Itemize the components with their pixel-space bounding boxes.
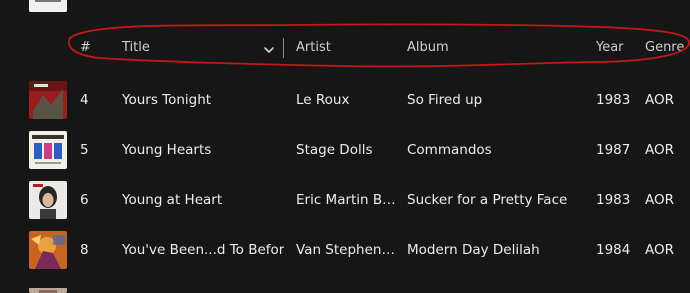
table-row[interactable]: 5 Young Hearts Stage Dolls Commandos 198… (0, 125, 690, 175)
column-header-title[interactable]: Title (122, 40, 150, 55)
column-header-album[interactable]: Album (407, 40, 449, 55)
track-artist: Stage Dolls (296, 142, 373, 158)
column-resize-handle[interactable] (283, 38, 284, 58)
chevron-down-icon[interactable] (263, 41, 275, 53)
track-year: 1983 (596, 92, 631, 108)
table-header: # Title Artist Album Year Genre (0, 30, 690, 68)
track-artist: Le Roux (296, 92, 350, 108)
album-cover-partial-bottom (29, 283, 67, 293)
column-header-artist[interactable]: Artist (296, 40, 331, 55)
track-number: 5 (80, 142, 89, 158)
track-genre: AOR (645, 142, 675, 158)
track-number: 4 (80, 92, 89, 108)
track-genre: AOR (645, 92, 675, 108)
track-year: 1983 (596, 192, 631, 208)
table-row[interactable]: 6 Young at Heart Eric Martin Ba... Sucke… (0, 175, 690, 225)
track-year: 1984 (596, 242, 631, 258)
table-row[interactable]: 4 Yours Tonight Le Roux So Fired up 1983… (0, 75, 690, 125)
column-header-genre[interactable]: Genre (645, 40, 684, 55)
track-genre: AOR (645, 192, 675, 208)
album-cover (29, 181, 67, 219)
track-title: Young at Heart (122, 192, 223, 208)
track-list: # Title Artist Album Year Genre 4 Yours … (0, 0, 690, 293)
track-genre: AOR (645, 242, 675, 258)
track-title: Young Hearts (122, 142, 212, 158)
album-cover (29, 81, 67, 119)
track-number: 8 (80, 242, 89, 258)
track-number: 6 (80, 192, 89, 208)
album-cover (29, 131, 67, 169)
album-cover-partial-top (29, 0, 67, 12)
column-header-number[interactable]: # (80, 40, 91, 55)
track-album: So Fired up (407, 92, 483, 108)
track-year: 1987 (596, 142, 631, 158)
track-title: You've Been...d To Before (122, 242, 284, 258)
album-cover (29, 231, 67, 269)
track-album: Sucker for a Pretty Face (407, 192, 568, 208)
table-row[interactable]: 8 You've Been...d To Before Van Stephens… (0, 225, 690, 275)
track-title: Yours Tonight (122, 92, 212, 108)
track-album: Modern Day Delilah (407, 242, 540, 258)
track-artist: Eric Martin Ba... (296, 192, 396, 208)
column-header-year[interactable]: Year (596, 40, 624, 55)
track-artist: Van Stephens... (296, 242, 396, 258)
track-album: Commandos (407, 142, 492, 158)
